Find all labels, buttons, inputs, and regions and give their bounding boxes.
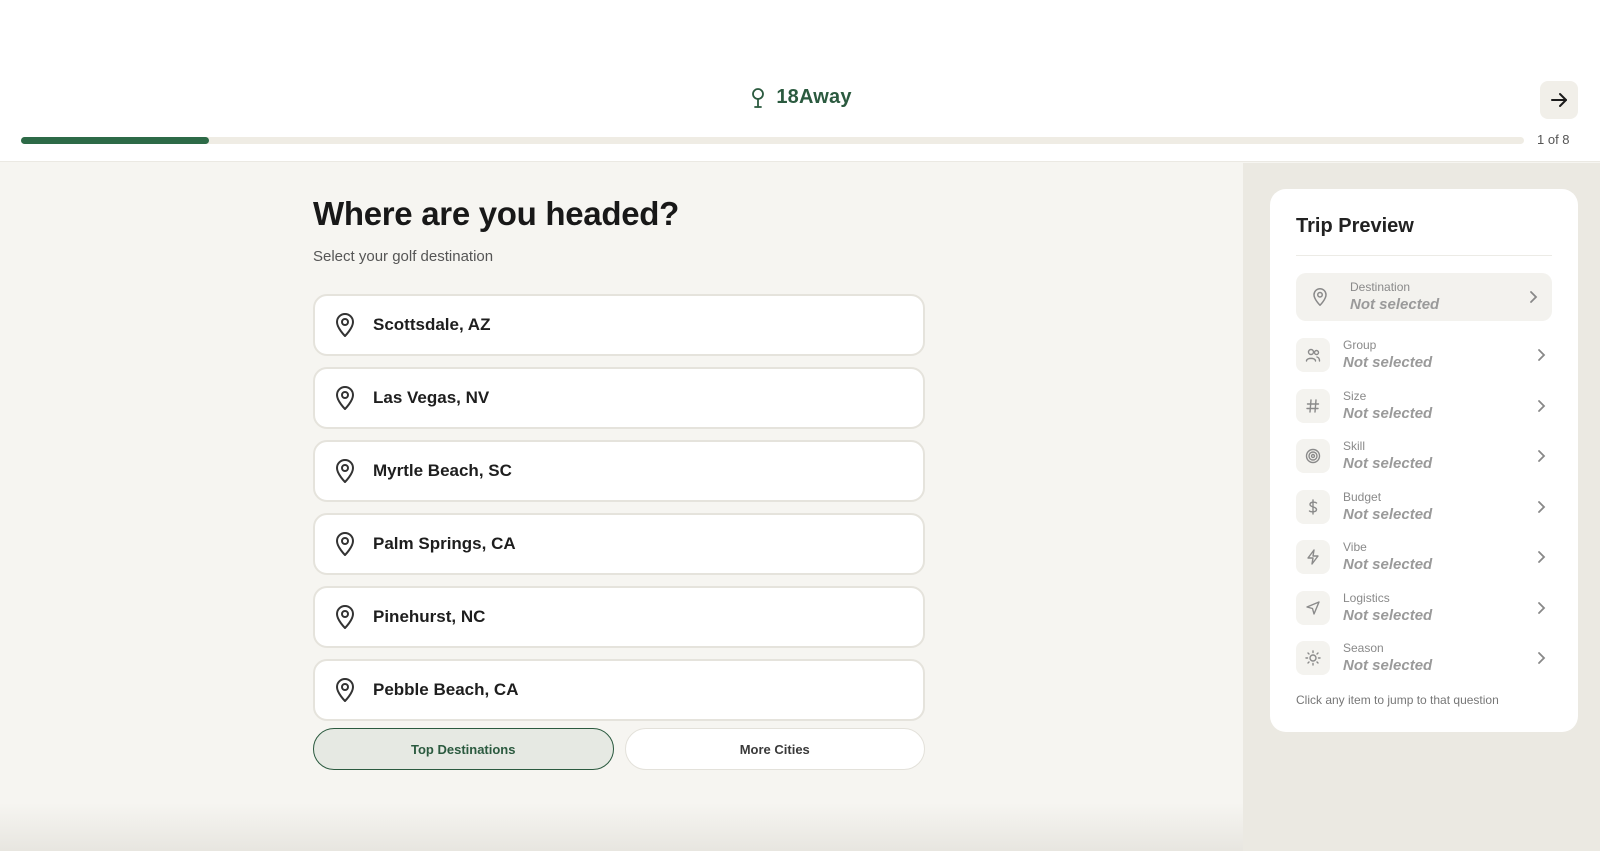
preview-item-season[interactable]: Season Not selected: [1296, 634, 1552, 682]
dollar-icon: [1296, 490, 1330, 524]
bottom-fade: [0, 803, 1243, 851]
users-icon: [1296, 338, 1330, 372]
page-title: Where are you headed?: [313, 195, 679, 232]
destination-option-las-vegas[interactable]: Las Vegas, NV: [313, 367, 925, 429]
arrow-right-icon: [1549, 90, 1569, 110]
preview-item-label: Vibe: [1343, 539, 1367, 554]
golf-tee-icon: [748, 87, 768, 109]
destination-label: Pinehurst, NC: [373, 607, 486, 626]
preview-item-size[interactable]: Size Not selected: [1296, 382, 1552, 430]
destination-options: Scottsdale, AZ Las Vegas, NV Myrtle Beac…: [313, 294, 925, 732]
map-pin-icon: [333, 312, 357, 338]
brand-name: 18Away: [776, 86, 852, 108]
preview-item-skill[interactable]: Skill Not selected: [1296, 432, 1552, 480]
destination-label: Palm Springs, CA: [373, 534, 516, 553]
divider: [1296, 255, 1552, 256]
sun-icon: [1296, 641, 1330, 675]
chevron-right-icon: [1534, 550, 1548, 564]
preview-item-label: Logistics: [1343, 590, 1390, 605]
preview-item-value: Not selected: [1343, 606, 1433, 624]
map-pin-icon: [333, 385, 357, 411]
preview-item-label: Budget: [1343, 489, 1382, 504]
preview-item-value: Not selected: [1343, 353, 1433, 371]
map-pin-icon: [333, 677, 357, 703]
destination-label: Las Vegas, NV: [373, 388, 490, 407]
destination-option-scottsdale[interactable]: Scottsdale, AZ: [313, 294, 925, 356]
preview-item-value: Not selected: [1343, 454, 1433, 472]
main-content: Where are you headed? Select your golf d…: [0, 163, 1243, 851]
chevron-right-icon: [1526, 290, 1540, 304]
chevron-right-icon: [1534, 601, 1548, 615]
preview-item-value: Not selected: [1350, 295, 1440, 313]
lightning-icon: [1296, 540, 1330, 574]
chevron-right-icon: [1534, 651, 1548, 665]
preview-item-group[interactable]: Group Not selected: [1296, 331, 1552, 379]
destination-label: Pebble Beach, CA: [373, 680, 519, 699]
preview-item-value: Not selected: [1343, 555, 1433, 573]
sidebar: Trip Preview Destination Not selected Gro…: [1243, 163, 1600, 851]
map-pin-icon: [1308, 285, 1332, 309]
preview-item-label: Size: [1343, 388, 1367, 403]
target-icon: [1296, 439, 1330, 473]
step-counter: 1 of 8: [1537, 132, 1570, 147]
preview-item-label: Destination: [1350, 279, 1411, 294]
tab-more-cities[interactable]: More Cities: [624, 728, 925, 770]
destination-tabs: Top Destinations More Cities: [313, 728, 925, 770]
navigation-icon: [1296, 591, 1330, 625]
preview-item-label: Skill: [1343, 438, 1366, 453]
brand: 18Away: [0, 86, 1600, 109]
chevron-right-icon: [1534, 348, 1548, 362]
preview-item-value: Not selected: [1343, 656, 1433, 674]
page-subtitle: Select your golf destination: [313, 248, 494, 265]
top-header: 18Away 1 of 8: [0, 0, 1600, 162]
trip-preview-card: Trip Preview Destination Not selected Gro…: [1270, 189, 1578, 732]
map-pin-icon: [333, 604, 357, 630]
progress-fill: [21, 137, 209, 144]
preview-item-label: Group: [1343, 337, 1377, 352]
chevron-right-icon: [1534, 399, 1548, 413]
destination-label: Scottsdale, AZ: [373, 315, 491, 334]
map-pin-icon: [333, 531, 357, 557]
destination-option-myrtle-beach[interactable]: Myrtle Beach, SC: [313, 440, 925, 502]
destination-option-pinehurst[interactable]: Pinehurst, NC: [313, 586, 925, 648]
map-pin-icon: [333, 458, 357, 484]
preview-hint: Click any item to jump to that question: [1296, 693, 1499, 707]
destination-label: Myrtle Beach, SC: [373, 461, 512, 480]
preview-item-budget[interactable]: Budget Not selected: [1296, 483, 1552, 531]
chevron-right-icon: [1534, 500, 1548, 514]
trip-preview-title: Trip Preview: [1296, 215, 1414, 237]
preview-item-value: Not selected: [1343, 505, 1433, 523]
preview-item-logistics[interactable]: Logistics Not selected: [1296, 584, 1552, 632]
next-button[interactable]: [1540, 81, 1578, 119]
chevron-right-icon: [1534, 449, 1548, 463]
preview-item-value: Not selected: [1343, 404, 1433, 422]
hash-icon: [1296, 389, 1330, 423]
preview-item-destination[interactable]: Destination Not selected: [1296, 273, 1552, 321]
destination-option-pebble-beach[interactable]: Pebble Beach, CA: [313, 659, 925, 721]
destination-option-palm-springs[interactable]: Palm Springs, CA: [313, 513, 925, 575]
preview-item-label: Season: [1343, 640, 1384, 655]
tab-top-destinations[interactable]: Top Destinations: [313, 728, 614, 770]
preview-item-vibe[interactable]: Vibe Not selected: [1296, 533, 1552, 581]
progress-bar: [21, 137, 1524, 144]
